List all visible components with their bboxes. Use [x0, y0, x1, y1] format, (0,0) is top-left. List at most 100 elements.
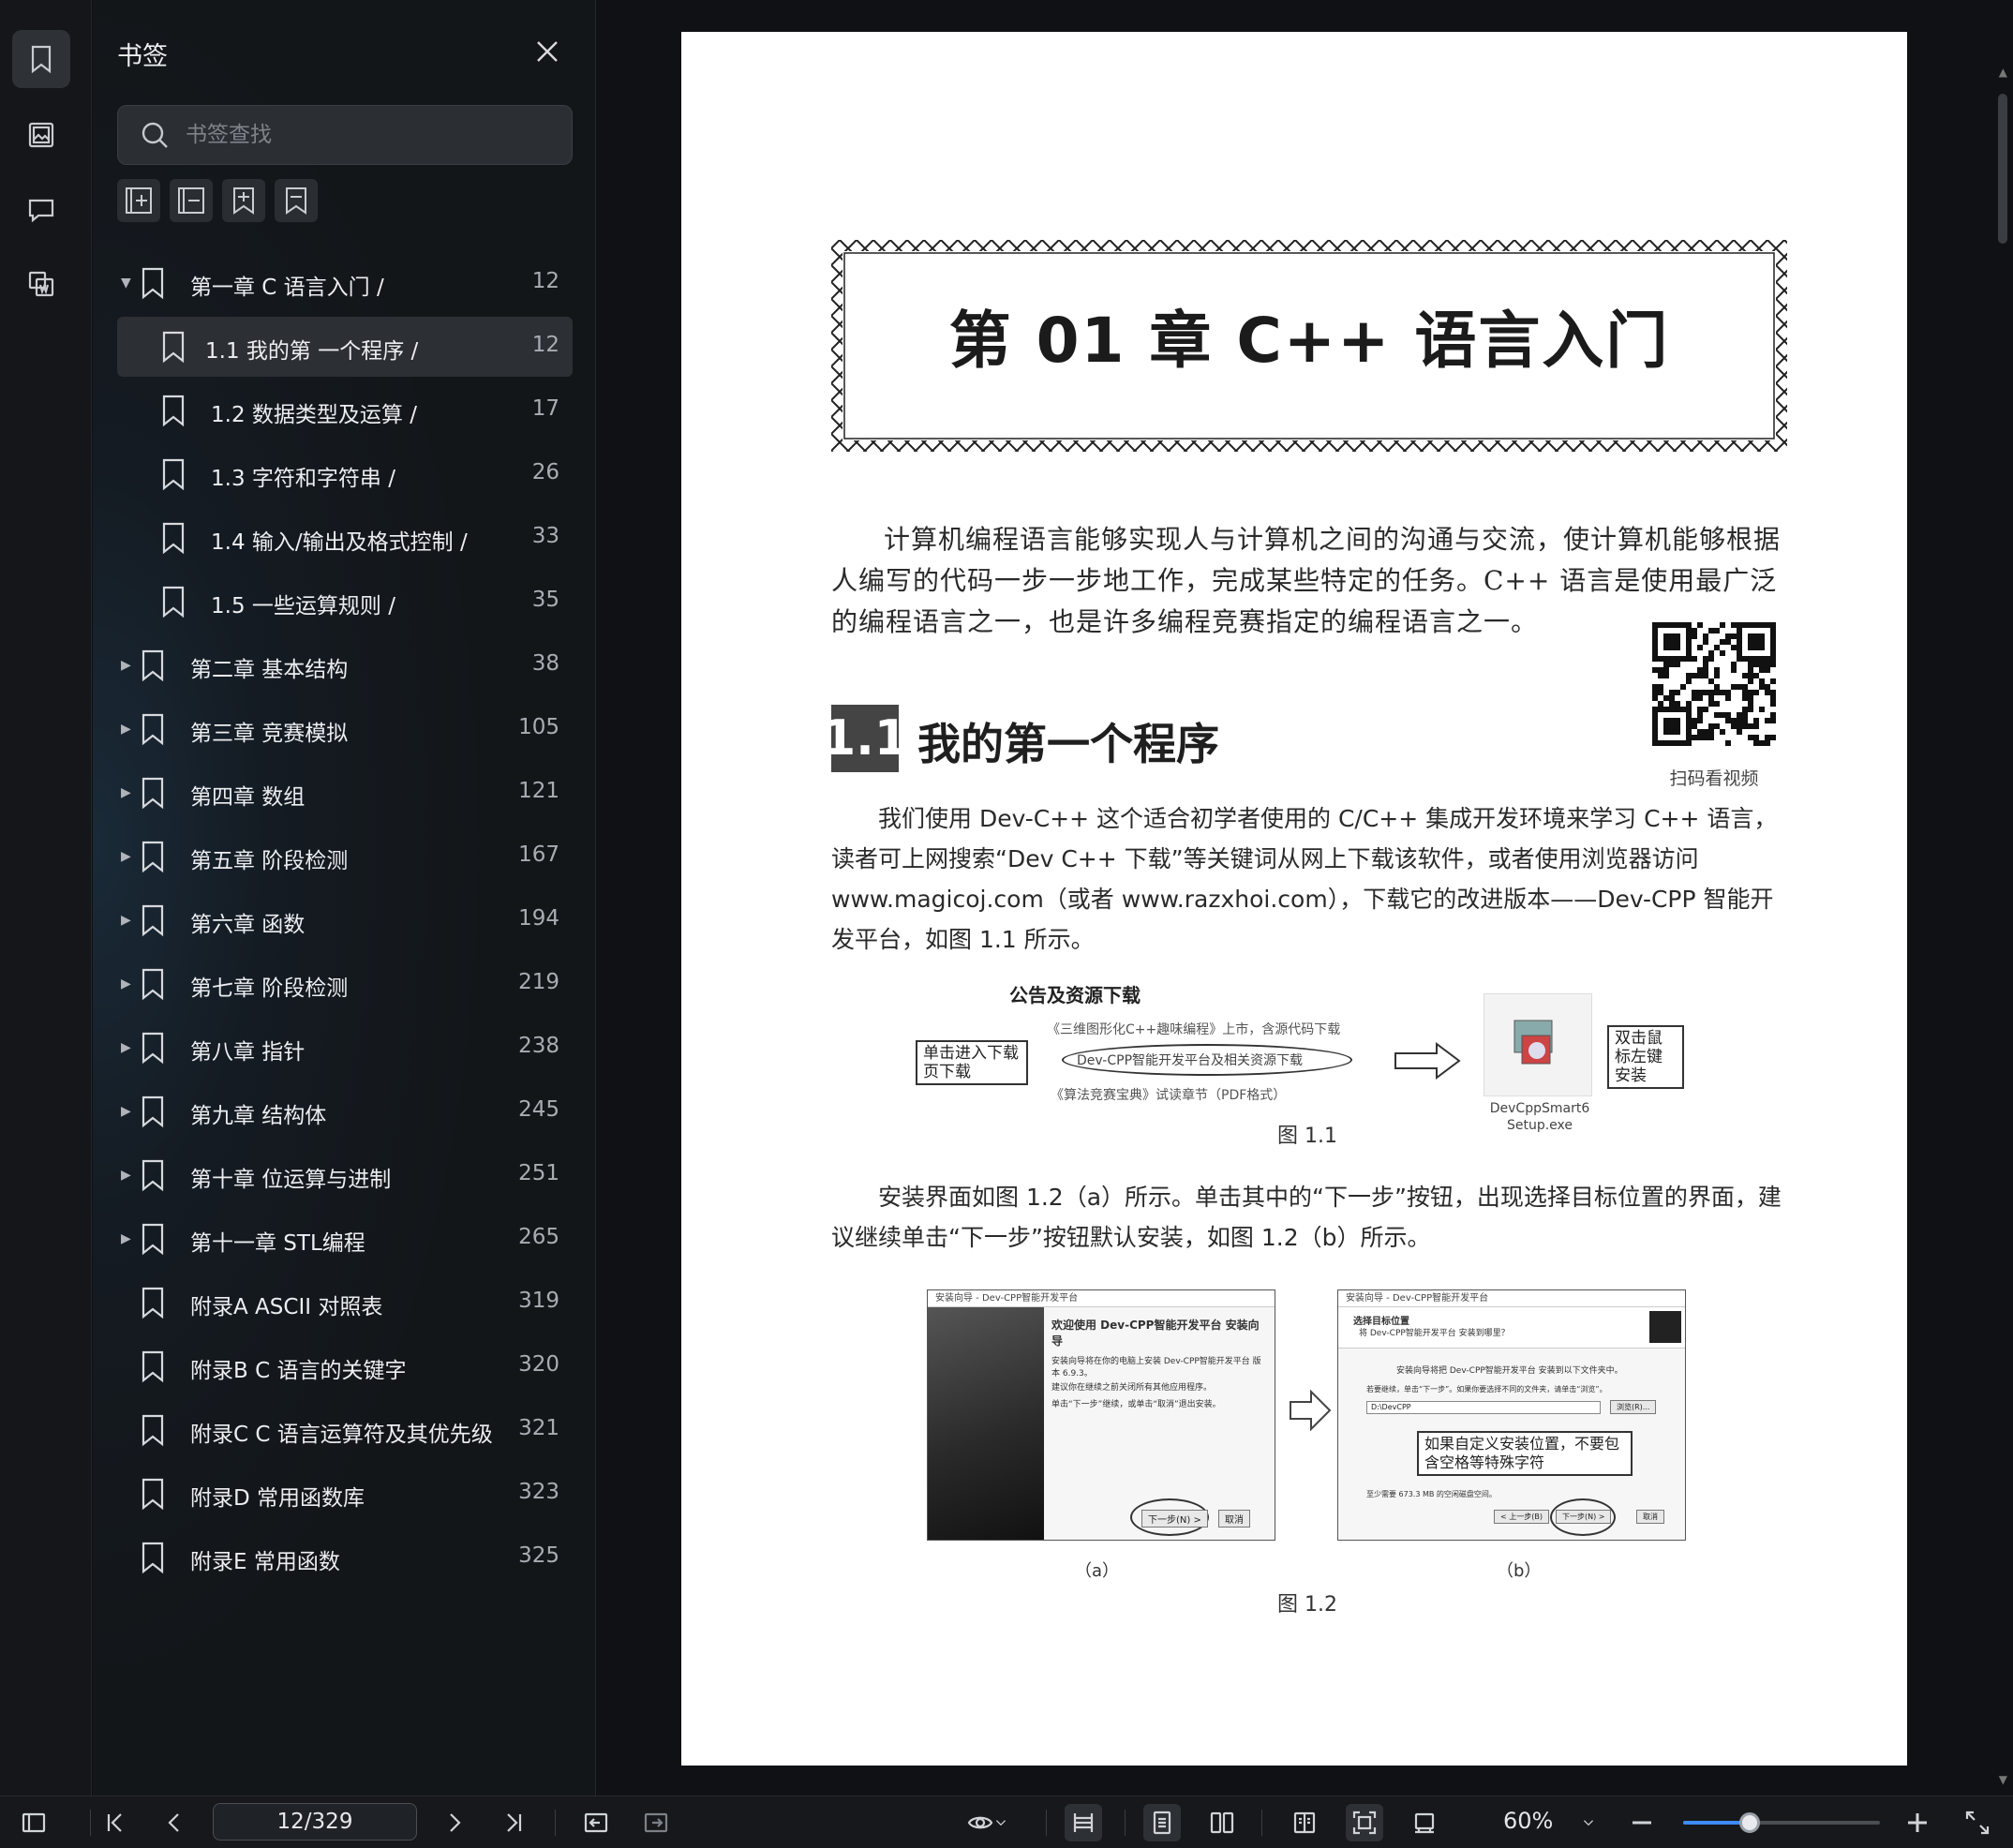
bookmark-icon [140, 903, 166, 937]
fullscreen-button[interactable] [1959, 1804, 1996, 1841]
expand-right-icon[interactable]: ▶ [121, 658, 131, 673]
bookmark-item[interactable]: 附录B C 语言的关键字 320 [117, 1336, 573, 1396]
close-icon [537, 41, 558, 62]
close-panel-button[interactable] [533, 37, 561, 66]
attachment-icon [28, 271, 54, 297]
toggle-sidebar-button[interactable] [15, 1804, 52, 1841]
bookmark-item[interactable]: 附录C C 语言运算符及其优先级 321 [117, 1400, 573, 1460]
expand-right-icon[interactable]: ▶ [121, 976, 131, 991]
zoom-slider[interactable] [1683, 1812, 1880, 1833]
expand-all-button[interactable] [117, 179, 160, 222]
bookmark-icon [160, 457, 186, 491]
bookmark-label: 附录E 常用函数 [190, 1550, 340, 1574]
fig1-exe-name: DevCppSmart6 Setup.exe [1489, 1101, 1590, 1133]
zoom-slider-knob[interactable] [1739, 1812, 1761, 1833]
delete-bookmark-button[interactable] [275, 179, 318, 222]
scroll-up-icon[interactable]: ▲ [1999, 66, 2007, 79]
rotate-button[interactable] [1406, 1804, 1443, 1841]
bookmark-item-sub[interactable]: 1.1 我的第 一个程序 / 12 [117, 317, 573, 377]
add-bookmark-button[interactable] [222, 179, 265, 222]
bookmark-item[interactable]: ▶ 第七章 阶段检测 219 [117, 954, 573, 1014]
bookmark-item[interactable]: ▶ 第八章 指针 238 [117, 1018, 573, 1078]
expand-down-icon[interactable]: ▼ [121, 276, 131, 291]
fit-page-button[interactable] [1346, 1804, 1383, 1841]
bookmark-page-number: 323 [518, 1480, 559, 1504]
page-number-input[interactable]: 12/329 [213, 1803, 417, 1841]
bookmark-page-number: 251 [518, 1161, 559, 1185]
bookmark-page-number: 33 [531, 524, 559, 548]
zoom-level[interactable]: 60% [1503, 1808, 1553, 1834]
bookmark-item[interactable]: 附录D 常用函数库 323 [117, 1464, 573, 1524]
bookmark-search-input[interactable] [186, 123, 542, 147]
bookmark-icon [140, 776, 166, 810]
expand-right-icon[interactable]: ▶ [121, 722, 131, 737]
bookmark-item[interactable]: ▶ 第二章 基本结构 38 [117, 635, 573, 695]
expand-right-icon[interactable]: ▶ [121, 913, 131, 928]
scroll-down-icon[interactable]: ▼ [1999, 1773, 2007, 1786]
collapse-all-icon [178, 187, 204, 214]
qr-code-icon [1652, 622, 1776, 746]
bookmark-label: 第七章 阶段检测 [190, 976, 349, 1001]
fig2a-text-3: 单击“下一步”继续，或单击“取消”退出安装。 [1051, 1400, 1221, 1409]
fig2b-next-button: 下一步(N) > [1556, 1510, 1612, 1524]
side-rail [0, 0, 92, 1796]
bookmark-item[interactable]: ▶ 第十一章 STL编程 265 [117, 1209, 573, 1269]
bookmark-item[interactable]: ▼ 第一章 C 语言入门 / 12 [117, 253, 573, 313]
bookmark-item[interactable]: ▶ 第九章 结构体 245 [117, 1081, 573, 1141]
bookmark-item[interactable]: ▶ 第六章 函数 194 [117, 890, 573, 950]
search-icon [142, 122, 168, 148]
double-page-button[interactable] [1203, 1804, 1241, 1841]
bookmark-item[interactable]: 附录A ASCII 对照表 319 [117, 1273, 573, 1333]
fig1-line-2: Dev-CPP智能开发平台及相关资源下载 [1077, 1053, 1304, 1068]
book-mode-button[interactable] [1286, 1804, 1323, 1841]
single-page-button[interactable] [1143, 1804, 1181, 1841]
bookmark-page-number: 245 [518, 1097, 559, 1122]
last-page-button[interactable] [496, 1804, 533, 1841]
expand-right-icon[interactable]: ▶ [121, 1168, 131, 1183]
document-view[interactable]: ▲ ▼ 第 01 章 C++ 语言入门 计算机编程语言能够实现人与计算机之间的沟… [597, 0, 2013, 1796]
bookmark-item-sub[interactable]: 1.4 输入/输出及格式控制 / 33 [117, 508, 573, 568]
bookmark-item[interactable]: 附录E 常用函数 325 [117, 1528, 573, 1587]
bookmark-icon [140, 648, 166, 682]
fig2b-cancel-button: 取消 [1636, 1510, 1664, 1524]
expand-right-icon[interactable]: ▶ [121, 1231, 131, 1246]
prev-page-button[interactable] [156, 1804, 193, 1841]
fig2b-subheading: 将 Dev-CPP智能开发平台 安装到哪里？ [1359, 1329, 1510, 1338]
expand-all-icon [126, 187, 152, 214]
last-page-icon [507, 1813, 522, 1832]
bookmark-item[interactable]: ▶ 第四章 数组 121 [117, 763, 573, 823]
first-page-button[interactable] [96, 1804, 133, 1841]
bookmark-item[interactable]: ▶ 第十章 位运算与进制 251 [117, 1145, 573, 1205]
comment-tab[interactable] [12, 181, 70, 239]
fit-width-button[interactable] [1065, 1804, 1102, 1841]
zoom-dropdown[interactable] [1574, 1804, 1603, 1841]
status-bar: 12/329 60% [0, 1796, 2013, 1848]
view-mode-dropdown[interactable] [960, 1804, 1016, 1841]
fig2a-banner-image [928, 1307, 1044, 1540]
next-page-button[interactable] [436, 1804, 473, 1841]
thumbnail-tab[interactable] [12, 106, 70, 164]
expand-right-icon[interactable]: ▶ [121, 1104, 131, 1119]
bookmark-tab[interactable] [12, 30, 70, 88]
attachment-tab[interactable] [12, 255, 70, 313]
expand-right-icon[interactable]: ▶ [121, 1040, 131, 1055]
expand-right-icon[interactable]: ▶ [121, 849, 131, 864]
bookmark-item-sub[interactable]: 1.2 数据类型及运算 / 17 [117, 380, 573, 440]
bookmark-page-number: 105 [518, 715, 559, 739]
zoom-out-button[interactable] [1623, 1804, 1661, 1841]
zoom-in-button[interactable] [1899, 1804, 1936, 1841]
go-forward-button[interactable] [637, 1804, 675, 1841]
fig2b-browse-button: 浏览(R)... [1610, 1400, 1657, 1414]
bookmark-page-number: 12 [531, 333, 559, 357]
bookmark-label: 第一章 C 语言入门 / [190, 276, 384, 300]
bookmark-label: 第三章 竞赛模拟 [190, 722, 349, 746]
collapse-all-button[interactable] [170, 179, 213, 222]
go-back-button[interactable] [577, 1804, 615, 1841]
scrollbar-thumb[interactable] [1998, 94, 2007, 244]
figure-1-2a-screenshot: 安装向导 - Dev-CPP智能开发平台 欢迎使用 Dev-CPP智能开发平台 … [927, 1289, 1275, 1541]
expand-right-icon[interactable]: ▶ [121, 785, 131, 800]
bookmark-item[interactable]: ▶ 第五章 阶段检测 167 [117, 827, 573, 887]
bookmark-item-sub[interactable]: 1.3 字符和字符串 / 26 [117, 444, 573, 504]
bookmark-item[interactable]: ▶ 第三章 竞赛模拟 105 [117, 699, 573, 759]
bookmark-item-sub[interactable]: 1.5 一些运算规则 / 35 [117, 572, 573, 632]
